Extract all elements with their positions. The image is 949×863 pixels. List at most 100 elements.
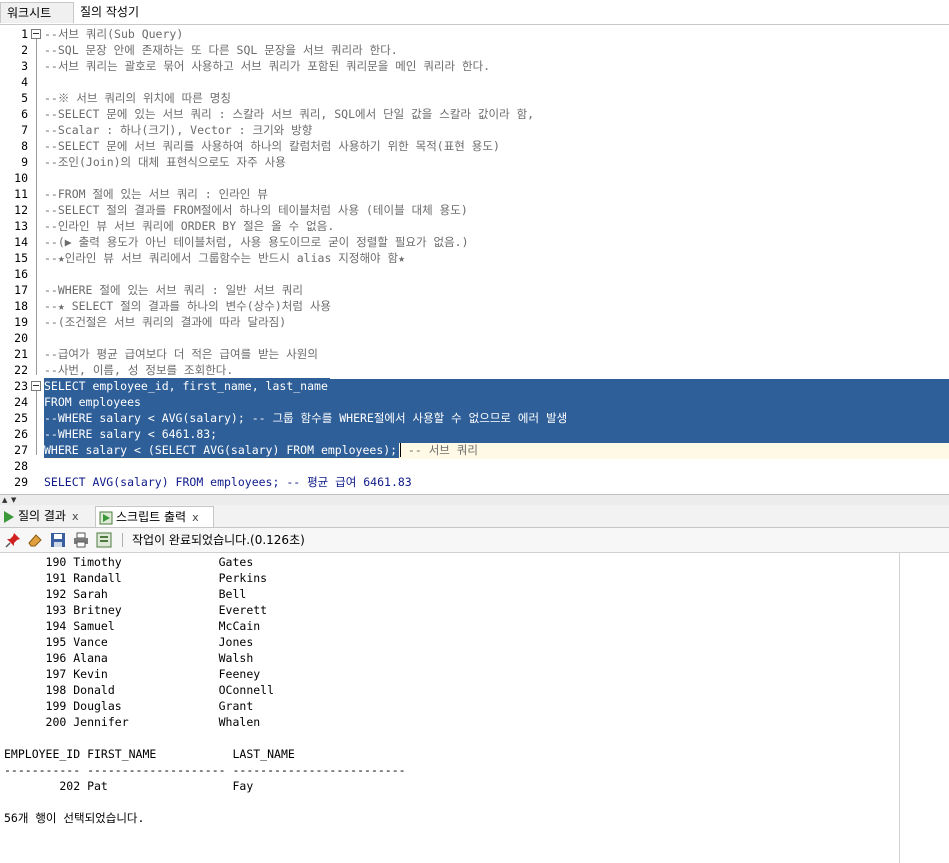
code-line[interactable]: 17 --WHERE 절에 있는 서브 쿼리 : 일반 서브 쿼리 xyxy=(0,282,949,298)
code-line[interactable]: 12 --SELECT 절의 결과를 FROM절에서 하나의 테이블처럼 사용 (… xyxy=(0,202,949,218)
output-line: 192 Sarah Bell xyxy=(4,587,247,601)
worksheet-tab-bar: 워크시트 질의 작성기 xyxy=(0,0,949,25)
code-text: --FROM 절에 있는 서브 쿼리 : 인라인 뷰 xyxy=(44,187,268,201)
output-line: 191 Randall Perkins xyxy=(4,571,268,585)
code-line[interactable]: 26 --WHERE salary < 6461.83; xyxy=(0,426,949,442)
fold-toggle-icon[interactable] xyxy=(31,381,41,391)
code-line[interactable]: 16 xyxy=(0,266,949,282)
status-message: 작업이 완료되었습니다.(0.126초) xyxy=(132,533,305,547)
collapse-up-icon[interactable]: ▲ xyxy=(2,496,7,504)
code-line[interactable]: 5 --※ 서브 쿼리의 위치에 따른 명칭 xyxy=(0,90,949,106)
output-line: 190 Timothy Gates xyxy=(4,555,254,569)
line-number: 13 xyxy=(14,219,28,233)
fold-guide xyxy=(36,39,37,375)
code-line[interactable]: 22 --사번, 이름, 성 정보를 조회한다. xyxy=(0,362,949,378)
tab-query-result[interactable]: 질의 결과 x xyxy=(3,506,91,526)
fold-toggle-icon[interactable] xyxy=(31,29,41,39)
play-icon xyxy=(4,510,14,523)
code-line[interactable]: 27 WHERE salary < (SELECT AVG(salary) FRO… xyxy=(0,442,949,458)
pin-icon[interactable] xyxy=(5,532,21,548)
output-line: 198 Donald OConnell xyxy=(4,683,275,697)
line-number: 29 xyxy=(14,475,28,489)
line-number: 24 xyxy=(14,395,28,409)
line-number: 9 xyxy=(21,155,28,169)
code-line[interactable]: 9 --조인(Join)의 대체 표현식으로도 자주 사용 xyxy=(0,154,949,170)
code-line[interactable]: 1 --서브 쿼리(Sub Query) xyxy=(0,26,949,42)
eraser-icon[interactable] xyxy=(27,532,43,548)
code-text: --SELECT 문에 있는 서브 쿼리 : 스칼라 서브 쿼리, SQL에서 … xyxy=(44,107,535,121)
code-text: --SELECT 문에 서브 쿼리를 사용하여 하나의 칼럼처럼 사용하기 위한… xyxy=(44,139,500,153)
line-number: 8 xyxy=(21,139,28,153)
code-text: SELECT employee_id, first_name, last_nam… xyxy=(44,378,330,394)
output-line: 196 Alana Walsh xyxy=(4,651,254,665)
export-icon[interactable] xyxy=(96,532,112,548)
code-text: --서브 쿼리는 괄호로 묶어 사용하고 서브 쿼리가 포함된 쿼리문을 메인 … xyxy=(44,59,491,73)
code-line[interactable]: 7 --Scalar : 하나(크기), Vector : 크기와 방향 xyxy=(0,122,949,138)
line-number: 23 xyxy=(14,379,28,393)
tab-script-output[interactable]: 스크립트 출력 x xyxy=(95,506,214,527)
code-line[interactable]: 20 xyxy=(0,330,949,346)
output-line: 194 Samuel McCain xyxy=(4,619,261,633)
inline-comment: -- 서브 쿼리 xyxy=(401,443,478,457)
code-text: --Scalar : 하나(크기), Vector : 크기와 방향 xyxy=(44,123,313,137)
code-text: WHERE salary < (SELECT AVG(salary) FROM … xyxy=(44,442,400,458)
code-text: --조인(Join)의 대체 표현식으로도 자주 사용 xyxy=(44,155,286,169)
code-line[interactable]: 29 SELECT AVG(salary) FROM employees; -- … xyxy=(0,474,949,490)
code-line[interactable]: 10 xyxy=(0,170,949,186)
code-line[interactable]: 28 xyxy=(0,458,949,474)
code-text: --서브 쿼리(Sub Query) xyxy=(44,27,184,41)
code-text: --WHERE salary < 6461.83; xyxy=(44,426,220,442)
code-line[interactable]: 18 --★ SELECT 절의 결과를 하나의 변수(상수)처럼 사용 xyxy=(0,298,949,314)
output-margin xyxy=(900,553,949,863)
line-number: 2 xyxy=(21,43,28,57)
code-line[interactable]: 15 --★인라인 뷰 서브 쿼리에서 그룹함수는 반드시 alias 지정해야 … xyxy=(0,250,949,266)
tab-worksheet[interactable]: 워크시트 xyxy=(0,2,74,23)
code-line[interactable]: 4 xyxy=(0,74,949,90)
code-line[interactable]: 13 --인라인 뷰 서브 쿼리에 ORDER BY 절은 올 수 없음. xyxy=(0,218,949,234)
code-line[interactable]: 24 FROM employees xyxy=(0,394,949,410)
output-line: ----------- -------------------- -------… xyxy=(4,763,406,777)
collapse-down-icon[interactable]: ▼ xyxy=(11,496,16,504)
line-number: 17 xyxy=(14,283,28,297)
output-line: 197 Kevin Feeney xyxy=(4,667,261,681)
code-line[interactable]: 8 --SELECT 문에 서브 쿼리를 사용하여 하나의 칼럼처럼 사용하기 위… xyxy=(0,138,949,154)
output-line: 199 Douglas Grant xyxy=(4,699,254,713)
toolbar-divider xyxy=(122,533,123,547)
close-icon[interactable]: x xyxy=(192,508,199,528)
script-output-panel[interactable]: 190 Timothy Gates 191 Randall Perkins 19… xyxy=(0,553,900,863)
output-line: 193 Britney Everett xyxy=(4,603,268,617)
close-icon[interactable]: x xyxy=(72,507,79,527)
line-number: 1 xyxy=(21,27,28,41)
print-icon[interactable] xyxy=(73,532,89,548)
line-number: 12 xyxy=(14,203,28,217)
line-number: 3 xyxy=(21,59,28,73)
code-line[interactable]: 23 SELECT employee_id, first_name, last_n… xyxy=(0,378,949,394)
tab-query-builder[interactable]: 질의 작성기 xyxy=(74,2,145,22)
code-line[interactable]: 11 --FROM 절에 있는 서브 쿼리 : 인라인 뷰 xyxy=(0,186,949,202)
code-text: SELECT AVG(salary) FROM employees; -- 평균… xyxy=(44,475,412,489)
code-line[interactable]: 21 --급여가 평균 급여보다 더 적은 급여를 받는 사원의 xyxy=(0,346,949,362)
code-line[interactable]: 14 --(▶ 출력 용도가 아닌 테이블처럼, 사용 용도이므로 굳이 정렬할 … xyxy=(0,234,949,250)
sql-editor[interactable]: 1 --서브 쿼리(Sub Query) 2 --SQL 문장 안에 존재하는 또 다… xyxy=(0,25,949,494)
fold-guide xyxy=(36,391,37,455)
save-icon[interactable] xyxy=(50,532,66,548)
code-text: --SQL 문장 안에 존재하는 또 다른 SQL 문장을 서브 쿼리라 한다. xyxy=(44,43,398,57)
line-number: 4 xyxy=(21,75,28,89)
line-number: 20 xyxy=(14,331,28,345)
line-number: 10 xyxy=(14,171,28,185)
tab-script-output-label: 스크립트 출력 xyxy=(116,510,187,524)
code-line[interactable]: 19 --(조건절은 서브 쿼리의 결과에 따라 달라짐) xyxy=(0,314,949,330)
code-line[interactable]: 2 --SQL 문장 안에 존재하는 또 다른 SQL 문장을 서브 쿼리라 한다… xyxy=(0,42,949,58)
code-text: --사번, 이름, 성 정보를 조회한다. xyxy=(44,363,234,377)
output-line: EMPLOYEE_ID FIRST_NAME LAST_NAME xyxy=(4,747,295,761)
code-line[interactable]: 25 --WHERE salary < AVG(salary); -- 그룹 함수… xyxy=(0,410,949,426)
output-line: 195 Vance Jones xyxy=(4,635,254,649)
code-text: --★인라인 뷰 서브 쿼리에서 그룹함수는 반드시 alias 지정해야 함★ xyxy=(44,251,406,265)
code-line[interactable]: 3 --서브 쿼리는 괄호로 묶어 사용하고 서브 쿼리가 포함된 쿼리문을 메인… xyxy=(0,58,949,74)
code-line[interactable]: 6 --SELECT 문에 있는 서브 쿼리 : 스칼라 서브 쿼리, SQL에서… xyxy=(0,106,949,122)
code-text: --급여가 평균 급여보다 더 적은 급여를 받는 사원의 xyxy=(44,347,318,361)
